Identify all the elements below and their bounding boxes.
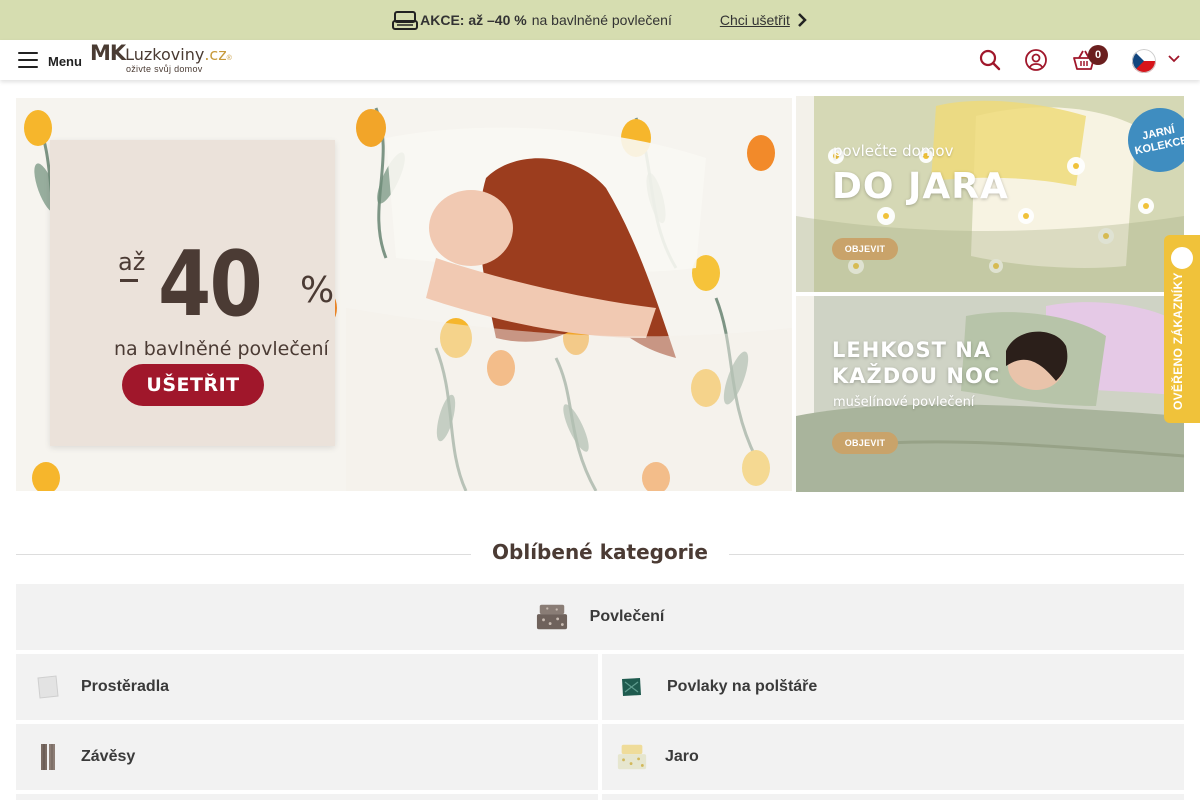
cart-count-badge: 0 [1088,45,1108,65]
menu-button[interactable]: Menu [18,52,82,69]
category-label: Prostěradla [81,678,170,695]
promo-rest-text: na bavlněné povlečení [531,12,672,28]
logo-tagline: oživte svůj domov [125,63,203,74]
objevit-spring-button[interactable]: OBJEVIT [832,238,898,260]
site-logo[interactable]: MK Luzkoviny .cz ® oživte svůj domov [89,40,232,74]
sheet-thumbnail-icon [37,675,59,699]
divider [729,554,1184,555]
logo-mk: MK [89,40,126,65]
category-jaro[interactable]: Jaro [602,724,1184,790]
hamburger-icon [18,52,38,68]
category-zavesy[interactable]: Závěsy [16,724,598,790]
spring-small-text: povlečte domov [833,142,954,160]
muslin-bedding-image [796,296,1184,492]
category-label: Jaro [665,748,699,765]
menu-label: Menu [48,53,82,69]
muslin-big-line2: KAŽDOU NOC [832,364,1001,388]
chevron-down-icon[interactable] [1168,54,1180,64]
promo-bar: AKCE: až –40 % na bavlněné povlečení Chc… [0,0,1200,40]
curtain-thumbnail-icon [41,744,55,770]
site-header: Menu MK Luzkoviny .cz ® oživte svůj domo… [0,40,1200,80]
discount-subtitle: na bavlněné povlečení [114,338,329,360]
category-tile-partial[interactable] [16,794,598,800]
spring-collection-banner[interactable]: povlečte domov DO JARA OBJEVIT JARNÍ KOL… [796,96,1184,292]
discount-dash [120,279,138,282]
chevron-right-icon[interactable] [796,12,808,28]
spring-big-text: DO JARA [832,166,1009,207]
objevit-muslin-button[interactable]: OBJEVIT [832,432,898,454]
bedding-icon [392,11,419,30]
bedding-thumbnail-icon [536,604,567,630]
category-prosteradla[interactable]: Prostěradla [16,654,598,720]
search-icon[interactable] [978,48,1002,72]
discount-percent: % [300,270,335,311]
muslin-small-text: mušelínové povlečení [833,395,975,410]
discount-number: 40 [158,232,263,337]
verified-customers-tab[interactable]: OVĚŘENO ZÁKAZNÍKY [1164,235,1200,423]
categories-heading: Oblíbené kategorie [492,540,708,564]
category-tile-partial[interactable] [602,794,1184,800]
spring-bedding-thumbnail-icon [617,744,647,770]
verified-label: OVĚŘENO ZÁKAZNÍKY [1171,272,1185,410]
promo-content: AKCE: až –40 % na bavlněné povlečení Chc… [392,9,808,31]
user-icon[interactable] [1024,48,1048,72]
category-povleceni[interactable]: Povlečení [16,584,1184,650]
usetrit-button[interactable]: UŠETŘIT [122,364,264,406]
promo-strong-text: AKCE: až –40 % [420,12,527,28]
category-label: Povlečení [589,608,665,625]
promo-link[interactable]: Chci ušetřit [720,12,790,28]
muslin-big-line1: LEHKOST NA [832,338,992,362]
category-label: Povlaky na polštáře [667,678,818,695]
categories-heading-wrap: Oblíbené kategorie [16,538,1184,572]
hero-main-banner[interactable]: až 40 % na bavlněné povlečení UŠETŘIT [16,98,792,491]
logo-registered: ® [226,54,232,62]
pillowcase-thumbnail-icon [622,678,641,696]
muslin-banner[interactable]: LEHKOST NA KAŽDOU NOC mušelínové povleče… [796,296,1184,492]
discount-az: až [118,248,146,276]
category-povlaky[interactable]: Povlaky na polštáře [602,654,1184,720]
category-label: Závěsy [81,748,136,765]
divider [16,554,471,555]
logo-name: Luzkoviny [125,44,205,64]
verified-badge-icon [1169,245,1195,271]
czech-flag-icon[interactable] [1132,49,1156,73]
logo-tld: .cz [204,44,227,64]
